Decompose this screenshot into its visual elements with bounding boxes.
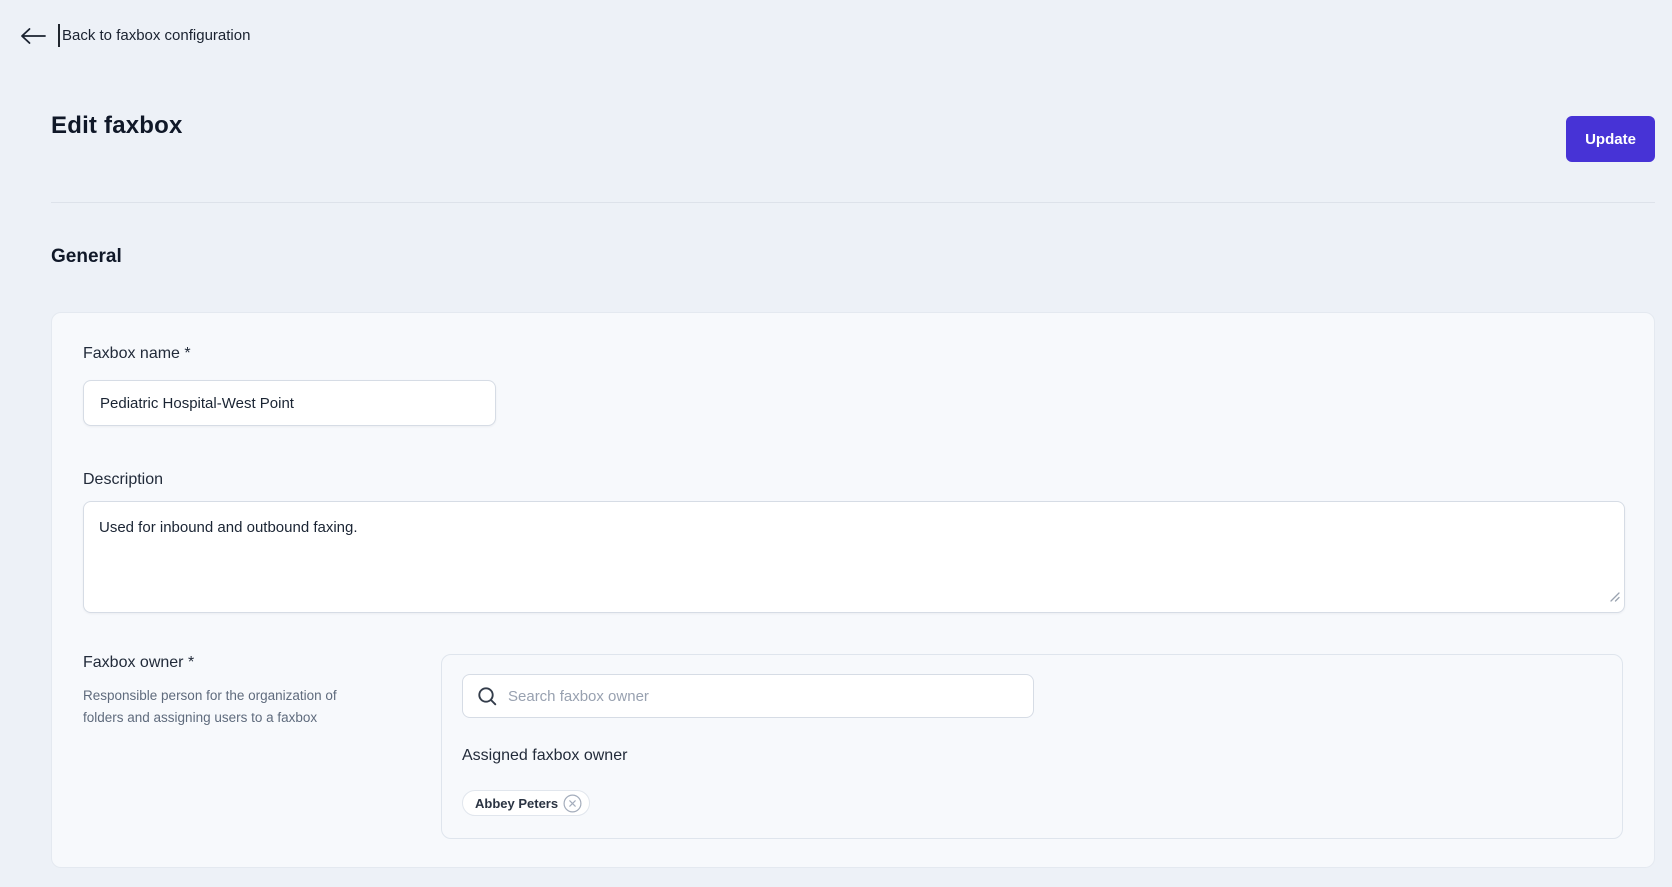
faxbox-owner-label: Faxbox owner * <box>83 654 441 672</box>
back-arrow-icon[interactable] <box>19 27 46 45</box>
back-link[interactable]: Back to faxbox configuration <box>19 24 250 47</box>
owner-search-box[interactable] <box>462 674 1034 718</box>
owner-chip-name: Abbey Peters <box>475 796 558 811</box>
section-title-general: General <box>51 246 122 268</box>
search-icon <box>477 686 498 707</box>
faxbox-owner-labels: Faxbox owner * Responsible person for th… <box>83 654 441 839</box>
owner-search-input[interactable] <box>508 675 1033 717</box>
faxbox-name-label: Faxbox name * <box>83 345 191 362</box>
general-card: Faxbox name * Description Used for inbou… <box>51 312 1655 868</box>
header-divider <box>51 202 1655 203</box>
owner-chip: Abbey Peters <box>462 790 590 816</box>
update-button[interactable]: Update <box>1566 116 1655 162</box>
faxbox-owner-panel: Assigned faxbox owner Abbey Peters <box>441 654 1623 839</box>
description-textarea[interactable]: Used for inbound and outbound faxing. <box>83 501 1625 613</box>
assigned-owner-label: Assigned faxbox owner <box>462 747 1602 765</box>
back-link-label[interactable]: Back to faxbox configuration <box>62 27 250 44</box>
page-header: Edit faxbox Update <box>51 110 1655 162</box>
faxbox-owner-helper-text: Responsible person for the organization … <box>83 685 348 729</box>
page-title: Edit faxbox <box>51 112 183 140</box>
description-field-wrap: Used for inbound and outbound faxing. <box>83 501 1625 613</box>
remove-owner-icon[interactable] <box>563 794 582 813</box>
faxbox-owner-section: Faxbox owner * Responsible person for th… <box>83 654 1623 839</box>
description-label: Description <box>83 471 1623 489</box>
faxbox-name-input[interactable] <box>83 380 496 426</box>
text-cursor-caret <box>58 24 60 47</box>
